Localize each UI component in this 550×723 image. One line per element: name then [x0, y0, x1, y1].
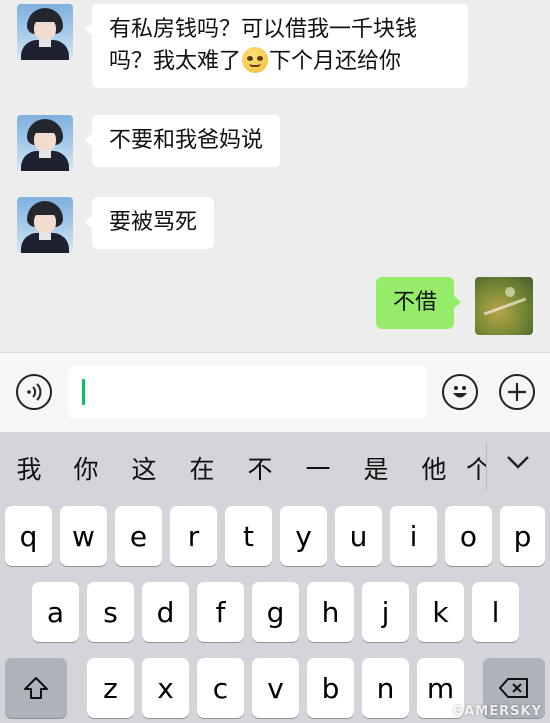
message-bubble[interactable]: 有私房钱吗？可以借我一千块钱 吗？我太难了 下个月还给你 — [85, 4, 468, 88]
key-f[interactable]: f — [197, 582, 244, 642]
candidate-bar: 我 你 这 在 不 一 是 他 个 — [0, 432, 550, 500]
candidate-word[interactable]: 不 — [240, 450, 280, 486]
key-l[interactable]: l — [472, 582, 519, 642]
message-text: 要被骂死 — [109, 210, 198, 235]
input-bar — [0, 352, 550, 432]
my-message-bubble[interactable]: 不借 — [376, 277, 462, 329]
backspace-icon — [499, 678, 528, 698]
candidate-word[interactable]: 是 — [356, 450, 396, 486]
key-c[interactable]: c — [197, 658, 244, 718]
message-text: 吗？我太难了 下个月还给你 — [109, 47, 402, 74]
watermark: GAMERSKY — [452, 704, 542, 719]
key-q[interactable]: q — [5, 506, 52, 566]
key-e[interactable]: e — [115, 506, 162, 566]
contact-avatar[interactable] — [17, 4, 73, 60]
key-g[interactable]: g — [252, 582, 299, 642]
message-bubble[interactable]: 要被骂死 — [84, 197, 215, 249]
candidate-divider — [486, 442, 487, 490]
key-j[interactable]: j — [362, 582, 409, 642]
text-caret — [82, 379, 85, 405]
key-k[interactable]: k — [417, 582, 464, 642]
candidate-word[interactable]: 这 — [124, 450, 164, 486]
candidate-word[interactable]: 一 — [298, 450, 338, 486]
plus-icon — [508, 383, 526, 401]
more-button[interactable] — [499, 374, 535, 410]
message-bubble[interactable]: 不要和我爸妈说 — [84, 115, 281, 167]
contact-avatar[interactable] — [17, 115, 73, 171]
keyboard: q w e r t y u i o p a s d f g h j k l z … — [0, 500, 550, 723]
key-i[interactable]: i — [390, 506, 437, 566]
my-avatar[interactable] — [475, 277, 533, 335]
shift-icon — [24, 677, 48, 699]
key-w[interactable]: w — [60, 506, 107, 566]
candidate-word[interactable]: 你 — [66, 450, 106, 486]
smiley-icon — [453, 386, 467, 398]
voice-button[interactable] — [16, 374, 52, 410]
key-n[interactable]: n — [362, 658, 409, 718]
key-s[interactable]: s — [87, 582, 134, 642]
candidate-word[interactable]: 他 — [414, 450, 454, 486]
key-z[interactable]: z — [87, 658, 134, 718]
key-p[interactable]: p — [500, 506, 545, 566]
candidate-word[interactable]: 个 — [466, 450, 486, 486]
chat-area: 有私房钱吗？可以借我一千块钱 吗？我太难了 下个月还给你 不要和我爸妈说 要被骂死… — [0, 0, 550, 352]
key-y[interactable]: y — [280, 506, 327, 566]
chevron-down-icon[interactable] — [504, 452, 532, 472]
key-a[interactable]: a — [32, 582, 79, 642]
message-text: 不要和我爸妈说 — [109, 128, 264, 153]
shift-key[interactable] — [5, 658, 67, 718]
key-u[interactable]: u — [335, 506, 382, 566]
candidate-word[interactable]: 在 — [182, 450, 222, 486]
key-b[interactable]: b — [307, 658, 354, 718]
drooling-face-emoji-icon — [242, 47, 269, 73]
message-text: 不借 — [393, 290, 438, 315]
key-t[interactable]: t — [225, 506, 272, 566]
key-h[interactable]: h — [307, 582, 354, 642]
contact-avatar[interactable] — [17, 197, 73, 253]
key-o[interactable]: o — [445, 506, 492, 566]
emoji-button[interactable] — [442, 374, 478, 410]
key-v[interactable]: v — [252, 658, 299, 718]
message-text: 有私房钱吗？可以借我一千块钱 — [109, 17, 418, 42]
key-r[interactable]: r — [170, 506, 217, 566]
key-x[interactable]: x — [142, 658, 189, 718]
candidate-word[interactable]: 我 — [9, 450, 49, 486]
message-input[interactable] — [68, 365, 426, 419]
key-d[interactable]: d — [142, 582, 189, 642]
voice-icon — [27, 383, 42, 401]
